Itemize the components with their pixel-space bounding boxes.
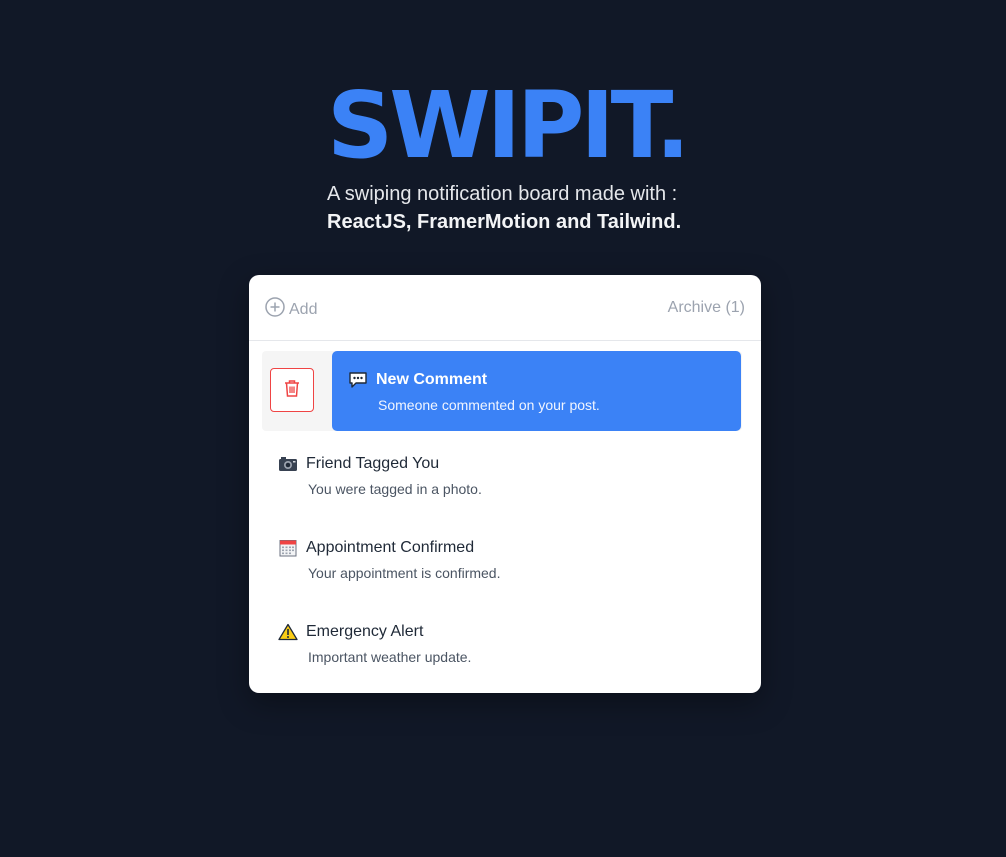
archive-button[interactable]: Archive (1)	[668, 299, 745, 317]
notification-title: Emergency Alert	[306, 623, 424, 640]
notification-description: Important weather update.	[308, 649, 472, 665]
notification-description: You were tagged in a photo.	[308, 481, 482, 497]
board-header: Add Archive (1)	[249, 275, 761, 341]
add-button[interactable]: Add	[265, 297, 317, 322]
notification-board: Add Archive (1) New Comment Someone comm…	[249, 275, 761, 693]
delete-button[interactable]	[270, 368, 314, 412]
notification-card[interactable]: Appointment Confirmed Your appointment i…	[262, 519, 742, 599]
hero: SWIPIT. A swiping notification board mad…	[327, 78, 747, 236]
notification-title: New Comment	[376, 371, 488, 388]
notification-card[interactable]: Friend Tagged You You were tagged in a p…	[262, 435, 742, 515]
hero-subtitle-tech: ReactJS, FramerMotion and Tailwind.	[327, 211, 682, 233]
speech-balloon-icon	[348, 371, 368, 389]
trash-icon	[283, 378, 301, 403]
notification-title: Friend Tagged You	[306, 455, 440, 472]
notification-description: Someone commented on your post.	[378, 397, 600, 413]
notification-title: Appointment Confirmed	[306, 539, 475, 556]
camera-icon	[278, 455, 298, 473]
notification-card[interactable]: New Comment Someone commented on your po…	[332, 351, 741, 431]
list-item[interactable]: New Comment Someone commented on your po…	[262, 351, 742, 431]
plus-circle-icon	[265, 297, 285, 322]
hero-subtitle-text: A swiping notification board made with :	[327, 183, 678, 205]
add-button-label: Add	[289, 300, 318, 318]
list-item[interactable]: Emergency Alert Important weather update…	[262, 603, 742, 683]
hero-subtitle: A swiping notification board made with :…	[327, 180, 747, 236]
calendar-icon	[278, 539, 298, 557]
warning-icon	[278, 623, 298, 641]
notification-card[interactable]: Emergency Alert Important weather update…	[262, 603, 742, 683]
list-item[interactable]: Appointment Confirmed Your appointment i…	[262, 519, 742, 599]
list-item[interactable]: Friend Tagged You You were tagged in a p…	[262, 435, 742, 515]
notification-description: Your appointment is confirmed.	[308, 565, 501, 581]
page-title: SWIPIT.	[327, 72, 690, 179]
